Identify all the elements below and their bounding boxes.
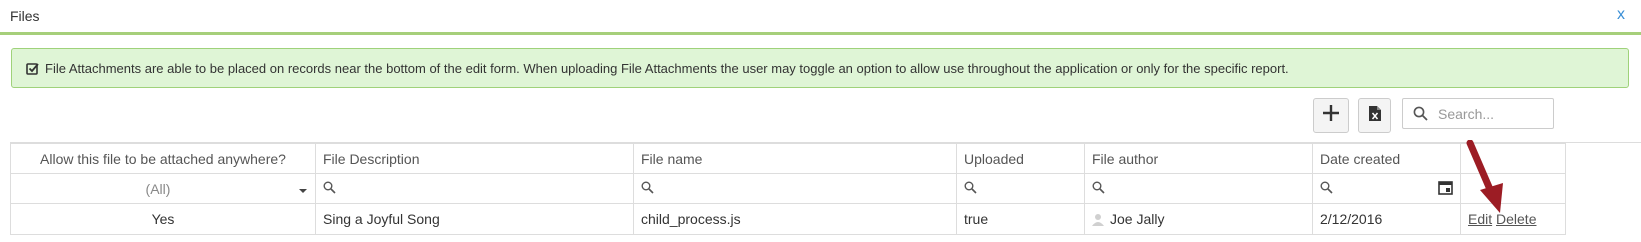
allow-filter-select[interactable]: (All) xyxy=(10,173,316,204)
uploaded-filter[interactable] xyxy=(956,173,1085,204)
col-header-allow[interactable]: Allow this file to be attached anywhere? xyxy=(10,143,316,174)
close-button[interactable]: x xyxy=(1617,6,1625,24)
files-grid: Allow this file to be attached anywhere?… xyxy=(10,142,1641,242)
excel-file-icon xyxy=(1368,105,1382,127)
filename-filter[interactable] xyxy=(633,173,957,204)
col-header-uploaded[interactable]: Uploaded xyxy=(956,143,1085,174)
caret-down-icon xyxy=(298,181,308,197)
col-header-created[interactable]: Date created xyxy=(1312,143,1461,174)
cell-description: Sing a Joyful Song xyxy=(315,203,634,235)
author-name: Joe Jally xyxy=(1110,211,1165,227)
description-filter[interactable] xyxy=(315,173,634,204)
search-box[interactable] xyxy=(1402,98,1554,129)
cell-allow: Yes xyxy=(10,203,316,235)
search-icon xyxy=(964,181,977,197)
col-header-filename[interactable]: File name xyxy=(633,143,957,174)
cell-created: 2/12/2016 xyxy=(1312,203,1461,235)
table-row[interactable]: Yes Sing a Joyful Song child_process.js … xyxy=(10,203,1566,235)
filter-row: (All) xyxy=(10,173,1566,204)
cell-filename: child_process.js xyxy=(633,203,957,235)
info-text: File Attachments are able to be placed o… xyxy=(45,60,1289,76)
annotation-arrow xyxy=(1466,140,1503,213)
search-icon xyxy=(1413,106,1428,121)
check-square-icon xyxy=(21,62,43,75)
cell-uploaded: true xyxy=(956,203,1085,235)
search-icon xyxy=(641,181,654,197)
title-bar: Files x xyxy=(0,0,1641,35)
search-icon xyxy=(323,181,336,197)
export-excel-button[interactable] xyxy=(1358,98,1391,133)
search-input[interactable] xyxy=(1436,104,1540,123)
created-filter[interactable] xyxy=(1312,173,1461,204)
search-icon xyxy=(1320,181,1333,197)
add-button[interactable] xyxy=(1313,98,1349,133)
col-header-description[interactable]: File Description xyxy=(315,143,634,174)
author-filter[interactable] xyxy=(1084,173,1313,204)
allow-filter-value: (All) xyxy=(145,180,171,197)
window-title: Files xyxy=(10,8,40,24)
col-header-author[interactable]: File author xyxy=(1084,143,1313,174)
calendar-icon[interactable] xyxy=(1438,180,1453,198)
plus-icon xyxy=(1322,104,1340,127)
user-avatar-icon xyxy=(1092,213,1104,226)
cell-author: Joe Jally xyxy=(1084,203,1313,235)
info-banner: File Attachments are able to be placed o… xyxy=(11,48,1629,88)
header-row: Allow this file to be attached anywhere?… xyxy=(10,143,1566,174)
search-icon xyxy=(1092,181,1105,197)
